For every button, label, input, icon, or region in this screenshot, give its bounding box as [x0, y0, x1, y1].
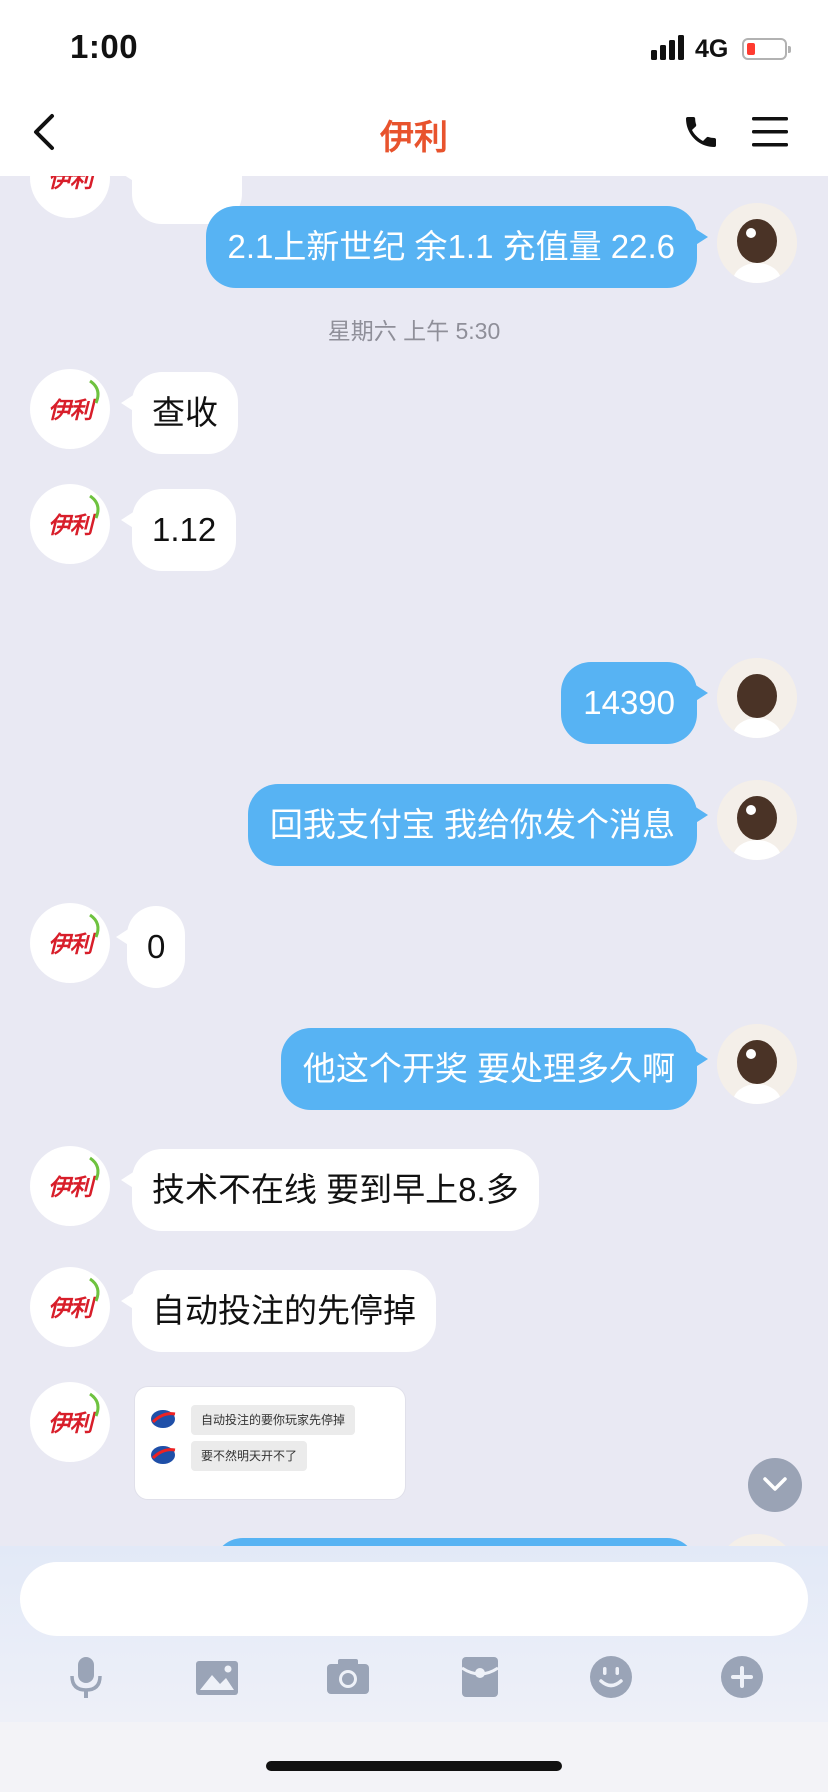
message-bubble-received[interactable]: 1.12: [120, 489, 237, 571]
avatar[interactable]: 伊利: [30, 903, 110, 983]
message-bubble-received[interactable]: 自动投注的先停掉: [121, 1270, 436, 1352]
battery-level: [747, 43, 755, 55]
nav-bar: 伊利: [0, 90, 828, 176]
avatar[interactable]: [717, 1024, 797, 1104]
image-icon[interactable]: [194, 1654, 240, 1700]
microphone-icon[interactable]: [63, 1654, 109, 1700]
message-bubble-sent[interactable]: 2.1上新世纪 余1.1 充值量 22.6: [205, 206, 709, 288]
plus-icon[interactable]: [719, 1654, 765, 1700]
message-bubble-received[interactable]: 0: [115, 906, 186, 988]
avatar[interactable]: [717, 1534, 797, 1546]
chevron-down-icon: [763, 1477, 787, 1491]
avatar[interactable]: 伊利: [30, 369, 110, 449]
message-bubble-sent[interactable]: 回我支付宝 我给你发个消息: [247, 784, 709, 866]
avatar[interactable]: 伊利: [30, 1382, 110, 1462]
status-bar: 1:00 4G: [0, 0, 828, 90]
avatar[interactable]: 伊利: [30, 176, 110, 218]
bottom-safe-area: [0, 1722, 828, 1792]
camera-icon[interactable]: [325, 1654, 371, 1700]
red-packet-icon[interactable]: [457, 1654, 503, 1700]
avatar[interactable]: [717, 658, 797, 738]
avatar[interactable]: 伊利: [30, 484, 110, 564]
chat-area[interactable]: 伊利 2.1上新世纪 余1.1 充值量 22.6 星期六 上午 5:30 伊利 …: [0, 176, 828, 1546]
image-text: 自动投注的要你玩家先停掉: [191, 1405, 356, 1435]
message-bubble-sent[interactable]: 14390: [561, 662, 708, 744]
network-type: 4G: [695, 35, 729, 63]
home-indicator[interactable]: [266, 1761, 562, 1771]
message-bubble-sent[interactable]: 他这个开奖 要处理多久啊: [280, 1028, 709, 1110]
logo-icon: [151, 1446, 176, 1464]
phone-icon[interactable]: [681, 112, 721, 152]
avatar[interactable]: 伊利: [30, 1267, 110, 1347]
image-message[interactable]: 自动投注的要你玩家先停掉 要不然明天开不了: [134, 1386, 406, 1500]
status-time: 1:00: [70, 28, 139, 65]
message-bubble-received[interactable]: 查收: [121, 372, 238, 454]
timestamp: 星期六 上午 5:30: [327, 318, 501, 344]
scroll-to-bottom-button[interactable]: [748, 1458, 802, 1512]
message-bubble-received[interactable]: 技术不在线 要到早上8.多: [121, 1149, 539, 1231]
menu-icon[interactable]: [750, 114, 790, 150]
yili-logo: 伊利: [48, 176, 93, 193]
avatar[interactable]: [717, 203, 797, 283]
battery-icon: [742, 38, 791, 60]
signal-strength-icon: [651, 35, 687, 60]
avatar[interactable]: [717, 780, 797, 860]
avatar[interactable]: 伊利: [30, 1146, 110, 1226]
message-bubble-sent-partial[interactable]: [213, 1538, 697, 1546]
message-input[interactable]: [20, 1562, 808, 1636]
image-text: 要不然明天开不了: [191, 1441, 308, 1471]
emoji-icon[interactable]: [588, 1654, 634, 1700]
logo-icon: [151, 1410, 176, 1428]
input-area: [0, 1546, 828, 1722]
